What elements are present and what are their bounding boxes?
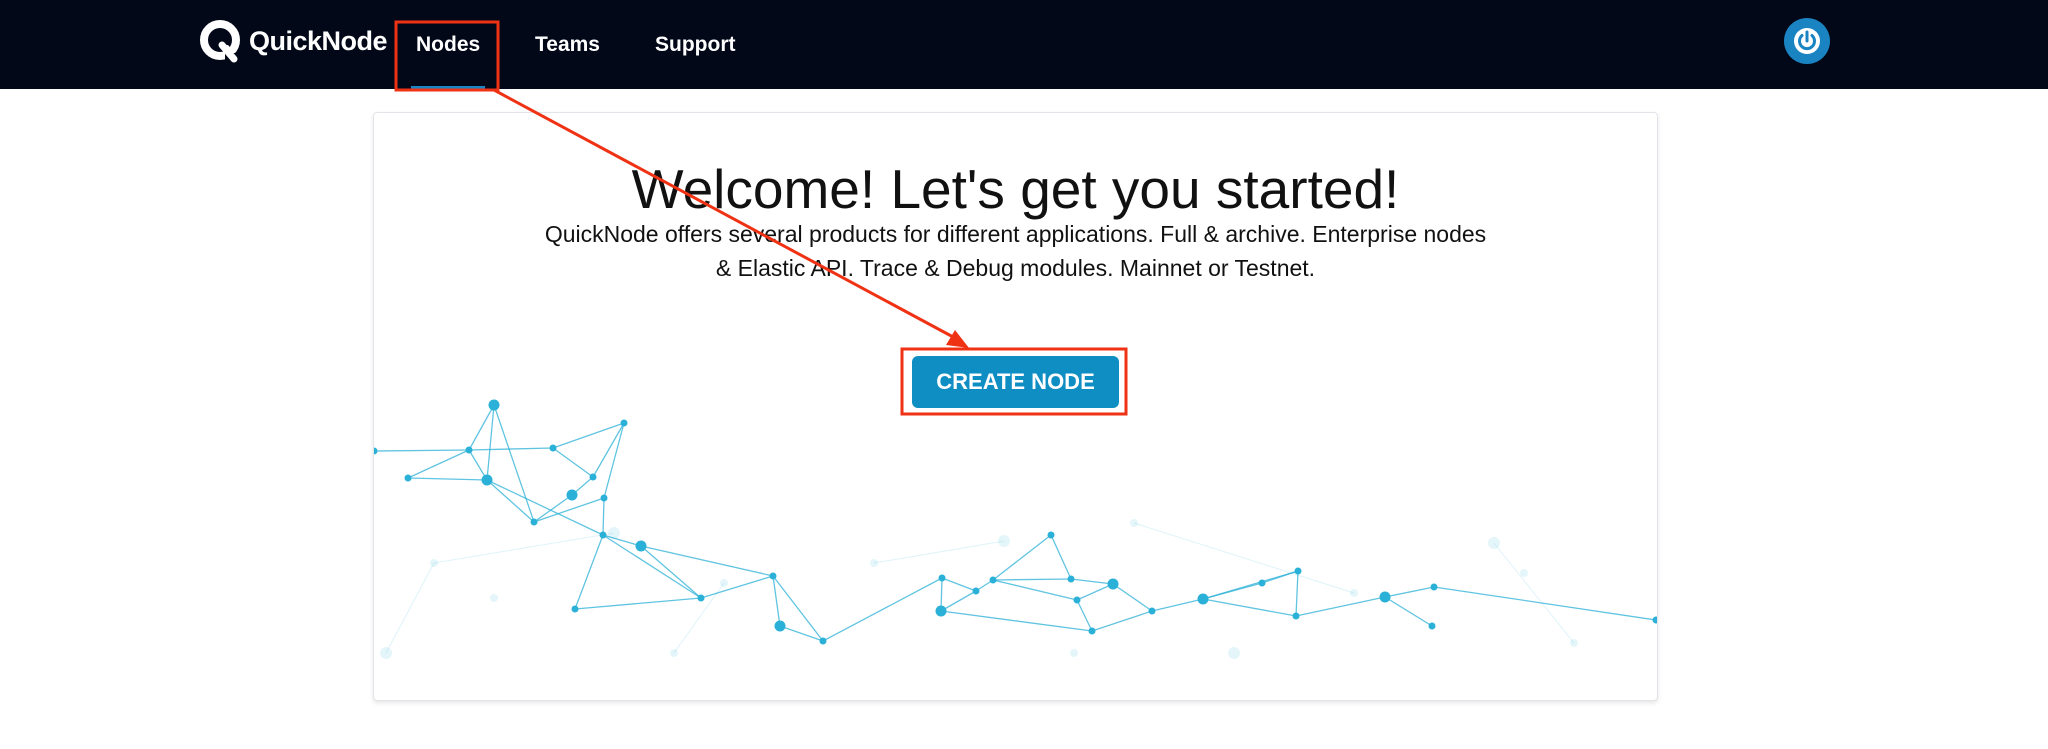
network-faint-edge (1493, 542, 1575, 644)
network-edge (940, 610, 1093, 632)
welcome-card: Welcome! Let's get you started! QuickNod… (373, 112, 1658, 701)
power-icon (1794, 28, 1820, 54)
network-edge (1151, 598, 1204, 612)
network-node (1088, 627, 1096, 635)
network-edge (1050, 534, 1072, 580)
network-node (938, 574, 946, 582)
network-node (571, 605, 579, 613)
nav-teams[interactable]: Teams (535, 0, 600, 89)
network-node (1148, 607, 1156, 615)
network-node (935, 605, 947, 617)
network-node (1197, 593, 1209, 605)
network-node (481, 474, 493, 486)
network-edge (602, 534, 642, 547)
network-node (972, 587, 980, 595)
network-edge (552, 422, 625, 449)
network-edge (592, 422, 625, 478)
create-node-button[interactable]: CREATE NODE (912, 356, 1119, 408)
welcome-title: Welcome! Let's get you started! (631, 158, 1400, 220)
network-node (1067, 575, 1075, 583)
network-edge (468, 447, 554, 451)
network-edge (1070, 578, 1114, 585)
network-node (819, 637, 827, 645)
network-edge (1112, 583, 1153, 612)
network-node (488, 399, 500, 411)
brand-name: QuickNode (249, 25, 388, 56)
network-edge (700, 575, 774, 599)
network-edge (1202, 582, 1263, 600)
network-edge (1261, 570, 1299, 584)
quicknode-q-logo-icon (200, 20, 243, 63)
network-faint-node (1070, 649, 1078, 657)
network-node (549, 444, 557, 452)
network-edge (486, 479, 604, 536)
network-node (1258, 579, 1266, 587)
network-node (1073, 596, 1081, 604)
network-edge (1384, 596, 1433, 627)
network-node (566, 489, 578, 501)
network-edge (992, 579, 1078, 601)
network-faint-node (490, 594, 498, 602)
network-node (1430, 583, 1438, 591)
network-node (774, 620, 786, 632)
network-edge (1202, 598, 1297, 617)
network-edge (1076, 599, 1093, 632)
quicknode-logo[interactable]: QuickNode (197, 16, 388, 66)
network-edge (1433, 586, 1657, 621)
nav-nodes[interactable]: Nodes (410, 0, 486, 89)
network-node (1047, 531, 1055, 539)
network-node (599, 531, 607, 539)
network-node (1652, 616, 1657, 624)
network-node (1292, 612, 1300, 620)
network-edge (602, 497, 605, 536)
network-faint-edge (433, 532, 615, 564)
network-node (1379, 591, 1391, 603)
network-node (404, 474, 412, 482)
network-edge (574, 534, 604, 610)
network-faint-node (1228, 647, 1240, 659)
network-edge (940, 590, 977, 612)
network-node (600, 494, 608, 502)
network-edge (1295, 570, 1299, 617)
network-edge (574, 597, 702, 610)
network-edge (1076, 583, 1114, 601)
network-edge (992, 578, 1072, 581)
network-node (530, 518, 538, 526)
network-node (697, 594, 705, 602)
network-edge (1384, 586, 1435, 598)
network-node (465, 446, 473, 454)
nav-support[interactable]: Support (655, 0, 735, 89)
network-node (589, 473, 597, 481)
power-button[interactable] (1784, 18, 1830, 64)
network-node (635, 540, 647, 552)
network-edge (1091, 610, 1153, 632)
network-node (620, 419, 628, 427)
network-node (989, 576, 997, 584)
network-edge (602, 534, 702, 599)
network-edge (407, 477, 488, 481)
network-faint-edge (385, 562, 435, 654)
network-node (1107, 578, 1119, 590)
network-edge (1295, 596, 1386, 617)
network-node (769, 572, 777, 580)
network-edge (603, 422, 625, 499)
network-faint-edge (1133, 522, 1355, 594)
network-node (1294, 567, 1302, 575)
network-node (374, 447, 378, 455)
network-edge (822, 577, 943, 642)
network-edge (407, 449, 470, 479)
network-node (1428, 622, 1436, 630)
network-edge (374, 449, 470, 452)
top-navbar: QuickNode Nodes Teams Support (0, 0, 2048, 89)
network-faint-edge (873, 540, 1005, 564)
network-edge (941, 577, 977, 592)
network-edge (552, 447, 594, 478)
welcome-description: QuickNode offers several products for di… (544, 221, 1487, 281)
network-edge (640, 545, 702, 599)
network-faint-node (1520, 569, 1528, 577)
